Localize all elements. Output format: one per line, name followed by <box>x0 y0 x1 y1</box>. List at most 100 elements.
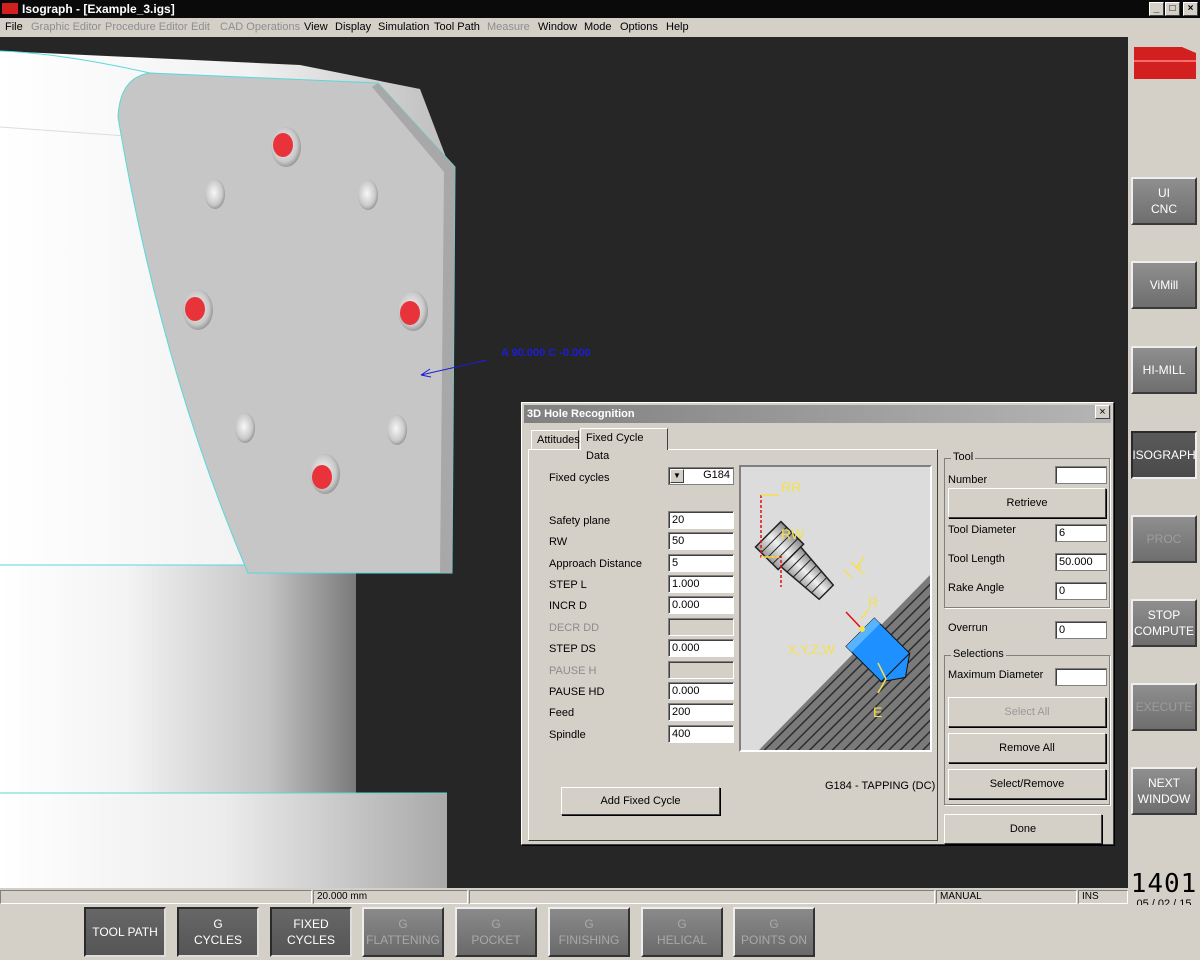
proc-button[interactable]: PROC <box>1131 515 1197 563</box>
status-scale: 20.000 mm <box>313 890 468 904</box>
label-rw: RW <box>781 526 805 542</box>
menu-procedure-editor[interactable]: Procedure Editor <box>105 21 188 33</box>
decr-dd-input[interactable] <box>668 618 734 636</box>
hole-8 <box>310 454 340 494</box>
incr-d-input[interactable]: 0.000 <box>668 596 734 614</box>
tool-group: Tool Number Retrieve Tool Diameter 6 Too… <box>944 451 1110 608</box>
g-pocket-button[interactable]: G POCKET <box>455 907 537 957</box>
orientation-annotation: A 90.000 C -0.000 <box>501 347 591 359</box>
app-logo-icon <box>2 3 18 14</box>
tool-length-label: Tool Length <box>948 553 1005 565</box>
tool-number-label: Number <box>948 474 988 486</box>
brand-logo-icon <box>1134 47 1196 79</box>
maximize-button[interactable]: □ <box>1165 2 1180 16</box>
menu-edit[interactable]: Edit <box>191 21 210 33</box>
menu-display[interactable]: Display <box>335 21 371 33</box>
overrun-label: Overrun <box>948 622 988 634</box>
clock: 1401 05 / 02 / 15 <box>1130 870 1198 910</box>
max-diameter-label: Maximum Diameter <box>948 669 1044 681</box>
cycle-caption: G184 - TAPPING (DC) <box>825 780 936 792</box>
window-title: Isograph - [Example_3.igs] <box>22 2 175 16</box>
menu-simulation[interactable]: Simulation <box>378 21 429 33</box>
menu-bar: File Graphic Editor Procedure Editor Edi… <box>0 18 1200 37</box>
menu-measure[interactable]: Measure <box>487 21 530 33</box>
g-cycles-button[interactable]: G CYCLES <box>177 907 259 957</box>
next-window-button[interactable]: NEXT WINDOW <box>1131 767 1197 815</box>
tool-number-input[interactable] <box>1055 466 1107 484</box>
dialog-title: 3D Hole Recognition <box>524 405 1111 423</box>
menu-graphic-editor[interactable]: Graphic Editor <box>31 21 101 33</box>
menu-mode[interactable]: Mode <box>584 21 612 33</box>
g-finishing-button[interactable]: G FINISHING <box>548 907 630 957</box>
spindle-input[interactable]: 400 <box>668 725 734 743</box>
title-bar: Isograph - [Example_3.igs] _ □ × <box>0 0 1200 18</box>
tab-attitudes[interactable]: Attitudes <box>531 430 580 450</box>
tab-fixed-cycle-data[interactable]: Fixed Cycle Data <box>580 428 668 462</box>
safety-plane-label: Safety plane <box>549 515 611 527</box>
status-cell-3 <box>469 890 935 904</box>
fixed-cycles-button[interactable]: FIXED CYCLES <box>270 907 352 957</box>
chevron-down-icon[interactable]: ▼ <box>670 469 684 483</box>
rake-angle-input[interactable]: 0 <box>1055 582 1107 600</box>
menu-help[interactable]: Help <box>666 21 689 33</box>
rake-angle-label: Rake Angle <box>948 582 1005 594</box>
stop-compute-button[interactable]: STOP COMPUTE <box>1131 599 1197 647</box>
hole-4 <box>183 290 213 330</box>
g-flattening-button[interactable]: G FLATTENING <box>362 907 444 957</box>
g-helical-button[interactable]: G HELICAL <box>641 907 723 957</box>
retrieve-button[interactable]: Retrieve <box>948 488 1106 518</box>
feed-input[interactable]: 200 <box>668 703 734 721</box>
ui-cnc-button[interactable]: UI CNC <box>1131 177 1197 225</box>
selections-group-title: Selections <box>951 648 1006 660</box>
menu-cad-operations[interactable]: CAD Operations <box>220 21 300 33</box>
status-bar: 20.000 mm MANUAL INS <box>0 888 1128 905</box>
tool-diameter-input[interactable]: 6 <box>1055 524 1107 542</box>
done-button[interactable]: Done <box>944 814 1102 844</box>
status-mode: MANUAL <box>936 890 1077 904</box>
tool-path-button[interactable]: TOOL PATH <box>84 907 166 957</box>
rw-label: RW <box>549 536 568 548</box>
tool-length-input[interactable]: 50.000 <box>1055 553 1107 571</box>
label-xyzw: X,Y,Z,W <box>788 642 835 657</box>
menu-file[interactable]: File <box>5 21 23 33</box>
step-l-label: STEP L <box>549 579 587 591</box>
hole-6 <box>235 413 255 443</box>
overrun-input[interactable]: 0 <box>1055 621 1107 639</box>
fixed-cycles-select[interactable]: ▼ G184 <box>668 467 734 485</box>
max-diameter-input[interactable] <box>1055 668 1107 686</box>
isograph-button[interactable]: ISOGRAPH <box>1131 431 1197 479</box>
close-window-button[interactable]: × <box>1183 2 1198 16</box>
step-ds-label: STEP DS <box>549 643 596 655</box>
status-cell-1 <box>0 890 312 904</box>
approach-distance-input[interactable]: 5 <box>668 554 734 572</box>
vimill-button[interactable]: ViMill <box>1131 261 1197 309</box>
select-remove-button[interactable]: Select/Remove <box>948 769 1106 799</box>
dialog-close-button[interactable]: × <box>1095 405 1110 419</box>
hi-mill-button[interactable]: HI-MILL <box>1131 346 1197 394</box>
feed-label: Feed <box>549 707 575 719</box>
select-all-button[interactable]: Select All <box>948 697 1106 727</box>
rw-input[interactable]: 50 <box>668 532 734 550</box>
clock-time: 1401 <box>1130 869 1198 899</box>
pause-h-input[interactable] <box>668 661 734 679</box>
hole-2 <box>205 179 225 209</box>
pause-hd-input[interactable]: 0.000 <box>668 682 734 700</box>
menu-tool-path[interactable]: Tool Path <box>434 21 480 33</box>
decr-dd-label: DECR DD <box>549 622 600 634</box>
hole-7 <box>387 415 407 445</box>
step-ds-input[interactable]: 0.000 <box>668 639 734 657</box>
tapping-diagram: RR RW L R X,Y,Z,W E <box>739 465 932 752</box>
remove-all-button[interactable]: Remove All <box>948 733 1106 763</box>
menu-options[interactable]: Options <box>620 21 658 33</box>
function-bar: TOOL PATH G CYCLES FIXED CYCLES G FLATTE… <box>0 905 1200 960</box>
execute-button[interactable]: EXECUTE <box>1131 683 1197 731</box>
minimize-button[interactable]: _ <box>1149 2 1164 16</box>
pause-hd-label: PAUSE HD <box>549 686 605 698</box>
safety-plane-input[interactable]: 20 <box>668 511 734 529</box>
menu-view[interactable]: View <box>304 21 328 33</box>
add-fixed-cycle-button[interactable]: Add Fixed Cycle <box>561 787 720 815</box>
tool-group-title: Tool <box>951 451 976 463</box>
step-l-input[interactable]: 1.000 <box>668 575 734 593</box>
menu-window[interactable]: Window <box>538 21 577 33</box>
g-points-on-button[interactable]: G POINTS ON <box>733 907 815 957</box>
